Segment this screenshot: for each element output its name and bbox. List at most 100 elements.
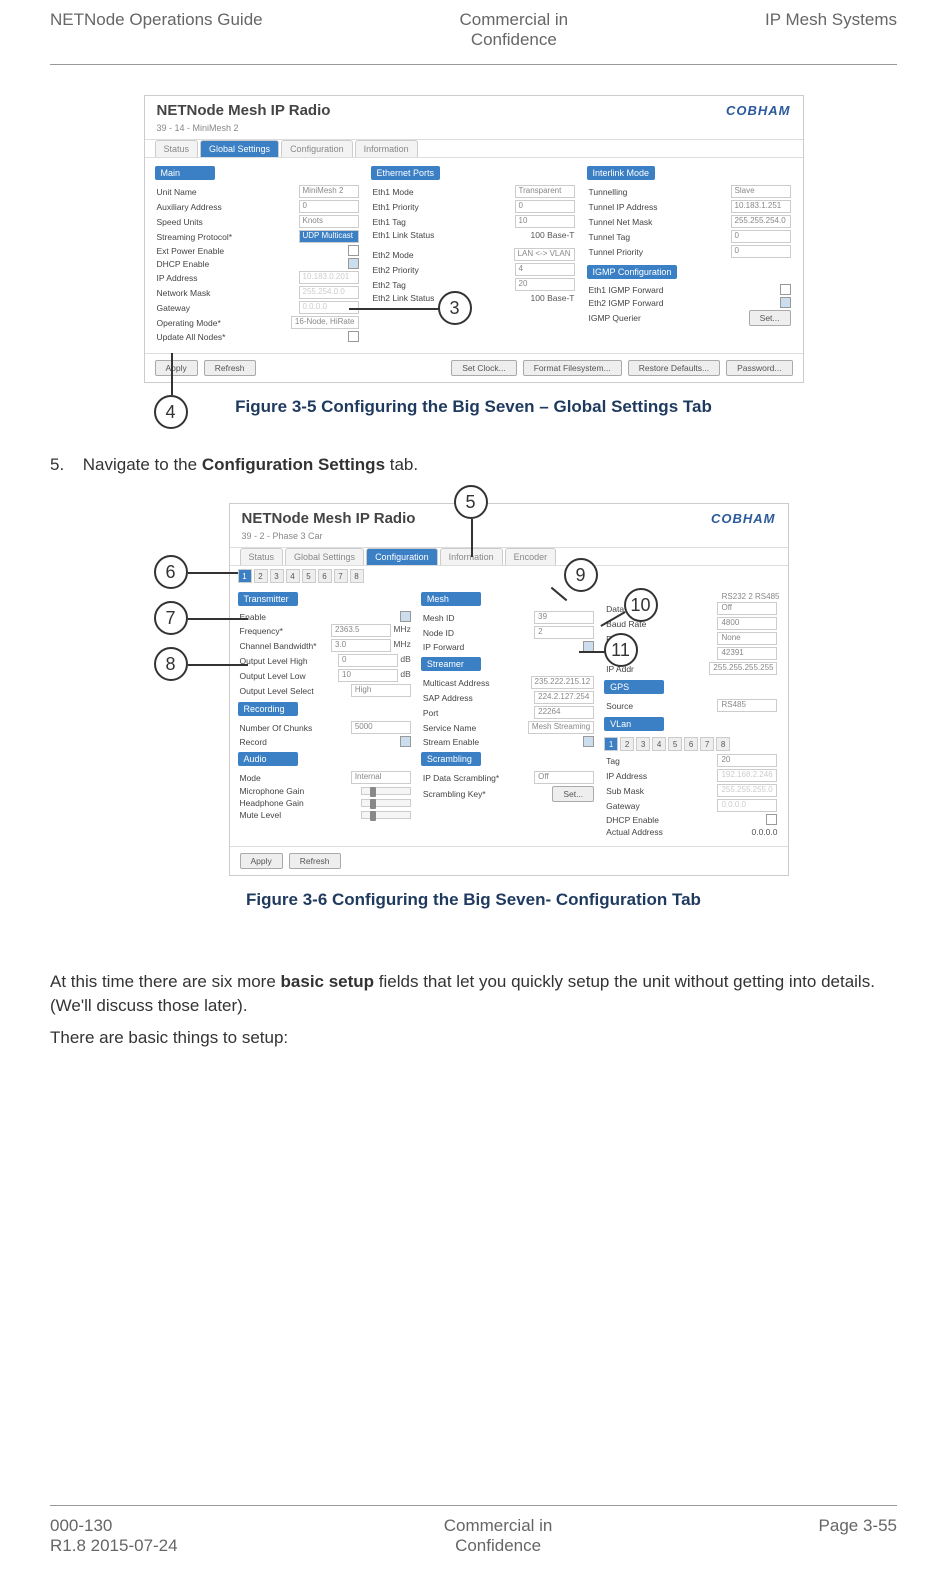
- apply-button[interactable]: Apply: [155, 360, 198, 376]
- numtab-8[interactable]: 8: [350, 569, 364, 583]
- speed-units-select[interactable]: Knots: [299, 215, 359, 228]
- page-footer: 000-130 R1.8 2015-07-24 Commercial in Co…: [50, 1505, 897, 1556]
- vlan-tab-4[interactable]: 4: [652, 737, 666, 751]
- dhcp-enable-checkbox[interactable]: [348, 258, 359, 269]
- record-checkbox[interactable]: [400, 736, 411, 747]
- vlan-tab-6[interactable]: 6: [684, 737, 698, 751]
- igmp-set-button[interactable]: Set...: [749, 310, 791, 326]
- unit-name-input[interactable]: MiniMesh 2: [299, 185, 359, 198]
- gps-source-label: Source: [606, 701, 633, 711]
- eth1-mode-select[interactable]: Transparent: [515, 185, 575, 198]
- numtab-7[interactable]: 7: [334, 569, 348, 583]
- vlan-tag-input[interactable]: 20: [717, 754, 777, 767]
- out-low-input[interactable]: 10: [338, 669, 398, 682]
- step-5-pre: Navigate to the: [83, 455, 202, 474]
- password-button[interactable]: Password...: [726, 360, 792, 376]
- tunnel-priority-input[interactable]: 0: [731, 245, 791, 258]
- frequency-input[interactable]: 2363.5: [331, 624, 391, 637]
- eth1-igmp-checkbox[interactable]: [780, 284, 791, 295]
- tunnel-tag-input[interactable]: 0: [731, 230, 791, 243]
- vlan-tab-8[interactable]: 8: [716, 737, 730, 751]
- vlan-ip-label: IP Address: [606, 771, 647, 781]
- tab2-configuration[interactable]: Configuration: [366, 548, 438, 565]
- scramble-select[interactable]: Off: [534, 771, 594, 784]
- service-name-input[interactable]: Mesh Streaming: [528, 721, 594, 734]
- bandwidth-select[interactable]: 3.0: [331, 639, 391, 652]
- ip-port-input[interactable]: 42391: [717, 647, 777, 660]
- streaming-proto-select[interactable]: UDP Multicast: [299, 230, 359, 243]
- eth1-tag-input[interactable]: 10: [515, 215, 575, 228]
- data-select[interactable]: Off: [717, 602, 777, 615]
- tunnel-mask-input[interactable]: 255.255.254.0: [731, 215, 791, 228]
- node-id-input[interactable]: 2: [534, 626, 594, 639]
- callout-3: 3: [438, 291, 472, 325]
- tx-enable-checkbox[interactable]: [400, 611, 411, 622]
- callout-8: 8: [154, 647, 188, 681]
- numtab-5[interactable]: 5: [302, 569, 316, 583]
- tab2-status[interactable]: Status: [240, 548, 284, 565]
- vlan-tab-7[interactable]: 7: [700, 737, 714, 751]
- eth2-igmp-checkbox[interactable]: [780, 297, 791, 308]
- vlan-tab-2[interactable]: 2: [620, 737, 634, 751]
- tab-global-settings[interactable]: Global Settings: [200, 140, 279, 157]
- headphone-slider[interactable]: [361, 799, 411, 807]
- ext-power-checkbox[interactable]: [348, 245, 359, 256]
- apply-button-2[interactable]: Apply: [240, 853, 283, 869]
- parity-select[interactable]: None: [717, 632, 777, 645]
- numtab-1[interactable]: 1: [238, 569, 252, 583]
- tab-status[interactable]: Status: [155, 140, 199, 157]
- chunks-input[interactable]: 5000: [351, 721, 411, 734]
- ip-address-input[interactable]: 10.183.0.201: [299, 271, 359, 284]
- baud-select[interactable]: 4800: [717, 617, 777, 630]
- audio-mode-select[interactable]: Internal: [351, 771, 411, 784]
- gps-source-select[interactable]: RS485: [717, 699, 777, 712]
- vlan-dhcp-checkbox[interactable]: [766, 814, 777, 825]
- numtab-4[interactable]: 4: [286, 569, 300, 583]
- eth2-priority-input[interactable]: 4: [515, 263, 575, 276]
- main-header: Main: [155, 166, 215, 180]
- header-left: NETNode Operations Guide: [50, 10, 263, 50]
- tab-configuration[interactable]: Configuration: [281, 140, 353, 157]
- network-mask-input[interactable]: 255.254.0.0: [299, 286, 359, 299]
- multicast-input[interactable]: 235.222.215.12: [531, 676, 595, 689]
- mute-slider[interactable]: [361, 811, 411, 819]
- mesh-id-input[interactable]: 39: [534, 611, 594, 624]
- vlan-ip-input[interactable]: 192.168.2.246: [717, 769, 777, 782]
- set-clock-button[interactable]: Set Clock...: [451, 360, 516, 376]
- eth1-priority-input[interactable]: 0: [515, 200, 575, 213]
- sap-input[interactable]: 224.2.127.254: [534, 691, 594, 704]
- tab-information[interactable]: Information: [355, 140, 418, 157]
- tunnel-ip-input[interactable]: 10.183.1.251: [731, 200, 791, 213]
- eth2-tag-input[interactable]: 20: [515, 278, 575, 291]
- vlan-tab-3[interactable]: 3: [636, 737, 650, 751]
- vlan-mask-input[interactable]: 255.255.255.0: [717, 784, 777, 797]
- tab2-global[interactable]: Global Settings: [285, 548, 364, 565]
- port-input[interactable]: 22264: [534, 706, 594, 719]
- ip-addr-input[interactable]: 255.255.255.255: [709, 662, 777, 675]
- tunnelling-select[interactable]: Slave: [731, 185, 791, 198]
- restore-defaults-button[interactable]: Restore Defaults...: [628, 360, 720, 376]
- numtab-2[interactable]: 2: [254, 569, 268, 583]
- refresh-button[interactable]: Refresh: [204, 360, 256, 376]
- scramble-set-button[interactable]: Set...: [552, 786, 594, 802]
- eth2-mode-select[interactable]: LAN <-> VLAN: [514, 248, 575, 261]
- vlan-tab-5[interactable]: 5: [668, 737, 682, 751]
- callout-8-line: [188, 664, 248, 666]
- numtab-3[interactable]: 3: [270, 569, 284, 583]
- numtab-6[interactable]: 6: [318, 569, 332, 583]
- refresh-button-2[interactable]: Refresh: [289, 853, 341, 869]
- tunnel-priority-label: Tunnel Priority: [589, 247, 643, 257]
- out-select[interactable]: High: [351, 684, 411, 697]
- out-high-input[interactable]: 0: [338, 654, 398, 667]
- figure-3-6-caption: Figure 3-6 Configuring the Big Seven- Co…: [50, 890, 897, 910]
- mic-gain-slider[interactable]: [361, 787, 411, 795]
- body-p1-pre: At this time there are six more: [50, 972, 281, 991]
- stream-enable-checkbox[interactable]: [583, 736, 594, 747]
- update-all-checkbox[interactable]: [348, 331, 359, 342]
- vlan-gw-input[interactable]: 0.0.0.0: [717, 799, 777, 812]
- format-fs-button[interactable]: Format Filesystem...: [523, 360, 622, 376]
- aux-address-input[interactable]: 0: [299, 200, 359, 213]
- tab2-encoder[interactable]: Encoder: [505, 548, 557, 565]
- op-mode-select[interactable]: 16-Node, HiRate: [291, 316, 359, 329]
- vlan-tab-1[interactable]: 1: [604, 737, 618, 751]
